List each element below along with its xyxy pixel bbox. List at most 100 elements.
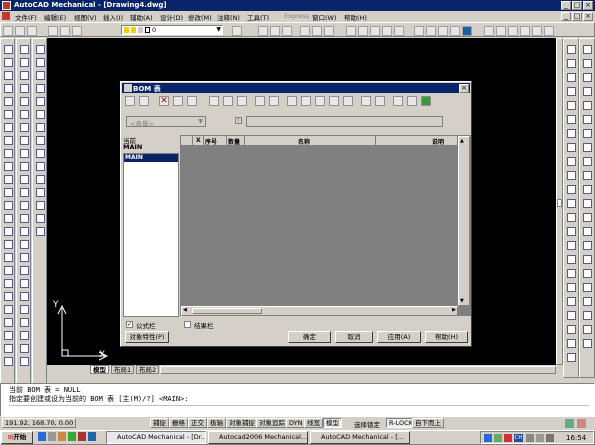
tool-palette-icon[interactable] bbox=[370, 26, 380, 36]
insert-block-icon[interactable] bbox=[4, 188, 13, 197]
snap-apparent-icon[interactable] bbox=[583, 115, 592, 124]
minimize-button[interactable]: _ bbox=[561, 1, 571, 10]
line-icon[interactable] bbox=[4, 45, 13, 54]
dim-tol-icon[interactable] bbox=[567, 325, 576, 334]
layers-icon[interactable] bbox=[48, 26, 58, 36]
point-icon[interactable] bbox=[4, 214, 13, 223]
snap-center-icon[interactable] bbox=[583, 143, 592, 152]
dim-override-icon[interactable] bbox=[567, 353, 576, 362]
bom-settings-icon[interactable] bbox=[139, 96, 149, 106]
comm-center-icon[interactable] bbox=[577, 419, 586, 428]
formula-input[interactable] bbox=[246, 116, 443, 127]
continue-dim-icon[interactable] bbox=[567, 157, 576, 166]
note-icon[interactable] bbox=[20, 292, 29, 301]
fillet-modify-icon[interactable] bbox=[36, 201, 45, 210]
power-view-icon[interactable] bbox=[484, 26, 494, 36]
new-icon[interactable] bbox=[3, 26, 13, 36]
tab-model[interactable]: 模型 bbox=[90, 365, 109, 374]
horizontal-scrollbar[interactable] bbox=[160, 366, 556, 374]
dim-fit-icon[interactable] bbox=[567, 311, 576, 320]
snap-parallel-icon[interactable] bbox=[583, 199, 592, 208]
print-icon[interactable] bbox=[125, 96, 135, 106]
layer-make-icon[interactable] bbox=[232, 26, 242, 36]
task-button-3[interactable]: AutoCAD Mechanical - [... bbox=[310, 431, 410, 444]
centerline-icon[interactable] bbox=[20, 45, 29, 54]
menu-express[interactable]: Express bbox=[284, 12, 309, 20]
help-icon[interactable] bbox=[462, 26, 472, 36]
tray-antivirus-icon[interactable] bbox=[504, 434, 512, 442]
doc-restore-button[interactable]: □ bbox=[572, 12, 582, 21]
mtext-icon[interactable] bbox=[4, 279, 13, 288]
otrack-toggle[interactable]: 对象追踪 bbox=[256, 418, 288, 428]
snap-toggle[interactable]: 捕捉 bbox=[150, 418, 169, 428]
snap-extension-icon[interactable] bbox=[583, 129, 592, 138]
polygon-icon[interactable] bbox=[4, 84, 13, 93]
snap-mid-between-icon[interactable] bbox=[583, 339, 592, 348]
tab-layout2[interactable]: 布局2 bbox=[136, 365, 160, 374]
snap-endpoint-icon[interactable] bbox=[583, 73, 592, 82]
start-button[interactable]: ⊞开始 bbox=[1, 431, 33, 444]
grid-body[interactable] bbox=[181, 146, 457, 305]
dim-align-icon[interactable] bbox=[567, 283, 576, 292]
help-button[interactable]: 帮助(H) bbox=[425, 331, 468, 343]
snap-intersection-icon[interactable] bbox=[583, 101, 592, 110]
construction-line-icon[interactable] bbox=[4, 58, 13, 67]
dim-edit-icon[interactable] bbox=[567, 185, 576, 194]
dim-break-icon[interactable] bbox=[567, 255, 576, 264]
circle-icon[interactable] bbox=[4, 123, 13, 132]
polar-toggle[interactable]: 极轴 bbox=[207, 418, 226, 428]
datum-icon[interactable] bbox=[20, 279, 29, 288]
osnap-toggle[interactable]: 对象捕捉 bbox=[226, 418, 258, 428]
scroll-up-icon[interactable]: ▲ bbox=[460, 138, 464, 144]
break-point-icon[interactable] bbox=[36, 175, 45, 184]
snap-from-icon[interactable] bbox=[583, 59, 592, 68]
ellipse-arc-icon[interactable] bbox=[4, 175, 13, 184]
rectangle-icon[interactable] bbox=[4, 97, 13, 106]
layer-previous-icon[interactable] bbox=[72, 26, 82, 36]
markup-icon[interactable] bbox=[394, 26, 404, 36]
ortho-toggle[interactable]: 正交 bbox=[188, 418, 207, 428]
layer-tool-icon[interactable] bbox=[4, 292, 13, 301]
washer-icon[interactable] bbox=[20, 357, 29, 366]
auto-dim-icon[interactable] bbox=[567, 213, 576, 222]
make-block-icon[interactable] bbox=[4, 201, 13, 210]
column-name[interactable]: 名称 bbox=[298, 137, 310, 146]
zoom-previous-icon[interactable] bbox=[324, 26, 334, 36]
scroll-thumb[interactable] bbox=[557, 199, 562, 207]
list-icon[interactable] bbox=[450, 26, 460, 36]
rotate-icon[interactable] bbox=[36, 110, 45, 119]
replace-icon[interactable] bbox=[375, 96, 385, 106]
radius-dim-icon[interactable] bbox=[567, 101, 576, 110]
mech-symbol-icon[interactable] bbox=[4, 357, 13, 366]
scale-modify-icon[interactable] bbox=[36, 123, 45, 132]
column-qty[interactable]: 数量 bbox=[228, 137, 240, 146]
model-toggle[interactable]: 模型 bbox=[323, 418, 342, 428]
trim-icon[interactable] bbox=[20, 110, 29, 119]
command-window[interactable]: 当前 BOM 表 = NULL 指定要创建或设为当前的 BOM 表 [主(M)/… bbox=[0, 383, 595, 417]
quicklaunch-explorer-icon[interactable] bbox=[88, 432, 96, 441]
hide-icon[interactable] bbox=[20, 162, 29, 171]
quicklaunch-app-icon[interactable] bbox=[58, 432, 66, 441]
chamfer-icon[interactable] bbox=[20, 97, 29, 106]
hscroll-thumb[interactable] bbox=[192, 308, 262, 314]
apply-button[interactable]: 应用(A) bbox=[377, 331, 421, 343]
power-erase-icon[interactable] bbox=[508, 26, 518, 36]
menu-file[interactable]: 文件(F) bbox=[15, 12, 37, 22]
diameter-dim-icon[interactable] bbox=[567, 115, 576, 124]
menu-edit[interactable]: 编辑(E) bbox=[44, 12, 66, 22]
tolerance-icon[interactable] bbox=[20, 266, 29, 275]
collapse-icon[interactable] bbox=[209, 96, 219, 106]
match-icon[interactable] bbox=[426, 26, 436, 36]
copy-icon[interactable] bbox=[36, 58, 45, 67]
column-x[interactable]: X bbox=[196, 137, 201, 144]
design-center-icon[interactable] bbox=[358, 26, 368, 36]
import-icon[interactable] bbox=[407, 96, 417, 106]
shield-icon[interactable] bbox=[421, 96, 431, 106]
power-edit-icon[interactable] bbox=[544, 26, 554, 36]
undo-icon[interactable] bbox=[258, 26, 268, 36]
properties-icon[interactable] bbox=[346, 26, 356, 36]
table-view-icon[interactable] bbox=[301, 96, 311, 106]
snap-insert-icon[interactable] bbox=[583, 213, 592, 222]
delete-row-icon[interactable]: ✕ bbox=[159, 96, 169, 106]
merge-icon[interactable] bbox=[187, 96, 197, 106]
